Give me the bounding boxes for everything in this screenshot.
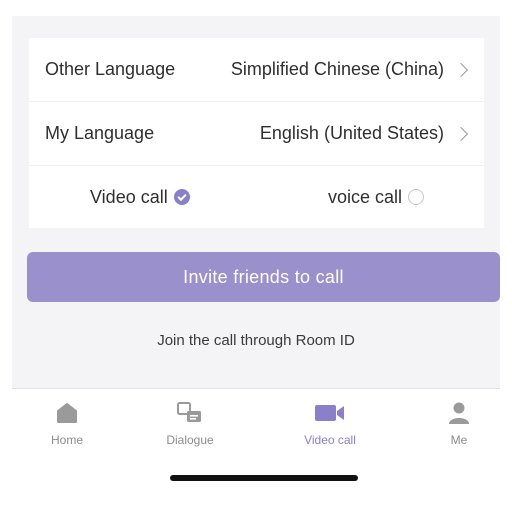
radio-checked-icon[interactable] — [173, 189, 190, 205]
my-language-row[interactable]: My Language English (United States) — [29, 102, 484, 166]
home-icon — [56, 401, 78, 425]
my-language-value: English (United States) — [259, 123, 444, 143]
dialogue-icon — [177, 401, 203, 425]
radio-unchecked-icon[interactable] — [408, 189, 425, 205]
tab-me-label: Me — [450, 433, 468, 447]
tab-home-label: Home — [50, 433, 83, 447]
video-call-option[interactable]: Video call — [90, 187, 190, 208]
tab-dialogue-label: Dialogue — [166, 433, 214, 447]
join-by-room-id-link[interactable]: Join the call through Room ID — [12, 332, 500, 349]
voice-call-option[interactable]: voice call — [328, 186, 425, 208]
my-language-value-group: English (United States) — [260, 123, 470, 144]
other-language-row[interactable]: Other Language Simplified Chinese (China… — [29, 38, 484, 102]
tab-me[interactable]: Me — [419, 401, 499, 447]
tab-video-call[interactable]: Video call — [290, 401, 370, 447]
person-icon — [448, 401, 470, 425]
tab-dialogue[interactable]: Dialogue — [150, 401, 230, 447]
bottom-tab-bar: Home Dialogue Video call Me — [12, 388, 500, 509]
tab-home[interactable]: Home — [27, 401, 107, 447]
invite-friends-button[interactable]: Invite friends to call — [27, 252, 500, 302]
video-camera-icon — [314, 401, 346, 425]
home-indicator-bar[interactable] — [170, 475, 358, 481]
other-language-label: Other Language — [45, 59, 176, 79]
my-language-label: My Language — [45, 123, 155, 143]
tab-video-call-label: Video call — [304, 433, 356, 447]
video-call-option-label: Video call — [90, 186, 168, 207]
other-language-value-group: Simplified Chinese (China) — [231, 59, 470, 80]
chevron-right-icon — [453, 62, 469, 77]
other-language-value: Simplified Chinese (China) — [230, 59, 444, 79]
voice-call-option-label: voice call — [328, 186, 403, 207]
call-type-selector: Video call voice call — [29, 166, 484, 228]
language-settings-card: Other Language Simplified Chinese (China… — [29, 38, 484, 228]
chevron-right-icon — [453, 126, 469, 141]
video-call-screen: Other Language Simplified Chinese (China… — [0, 0, 512, 509]
